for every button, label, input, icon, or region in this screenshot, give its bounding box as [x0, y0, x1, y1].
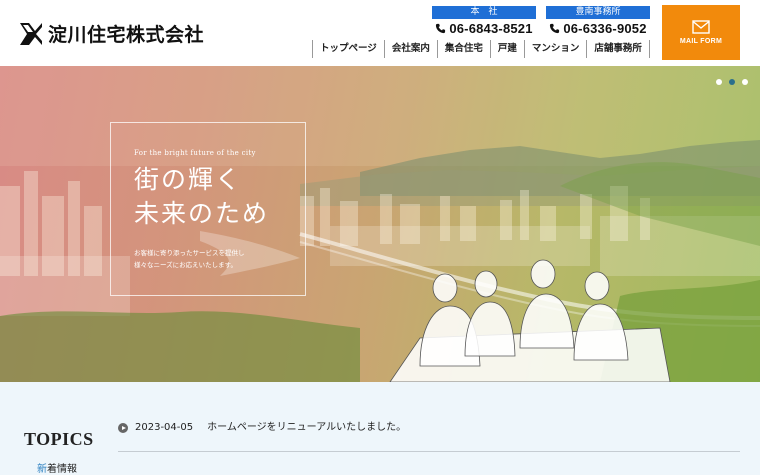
hero-title-line1: 街の輝く	[134, 165, 243, 194]
hero-subtitle: For the bright future of the city	[134, 149, 256, 157]
company-logo[interactable]: 淀川住宅株式会社	[20, 20, 204, 47]
nav-item-house[interactable]: 戸建	[489, 40, 524, 58]
hero-description-line1: お客様に寄り添ったサービスを提供し	[134, 249, 245, 257]
topics-section: TOPICS 新着情報 2023-04-05 ホームページをリニューアルいたしま…	[0, 382, 760, 475]
nav-item-mansion[interactable]: マンション	[523, 40, 587, 58]
slider-dot-3[interactable]	[742, 79, 748, 85]
phone-icon	[550, 23, 560, 34]
hero-title-line2: 未来のため	[134, 199, 270, 228]
topics-subtitle-rest: 着情報	[47, 464, 77, 475]
contact-phone-number: 06-6843-8521	[449, 21, 533, 36]
contact-label: 豊南事務所	[546, 6, 650, 19]
logo-text: 淀川住宅株式会社	[48, 24, 205, 46]
mail-form-button[interactable]: MAIL FORM	[662, 5, 740, 60]
topics-subtitle: 新着情報	[37, 460, 77, 475]
topics-subtitle-accent: 新	[37, 464, 47, 475]
mail-form-label: MAIL FORM	[679, 38, 723, 45]
nav-item-apartment[interactable]: 集合住宅	[436, 40, 490, 58]
site-header: 淀川住宅株式会社 本 社 06-6843-8521 豊南事務所 06-6336-…	[0, 0, 760, 66]
slider-pagination	[716, 79, 748, 85]
topics-title: TOPICS	[24, 429, 94, 449]
logo-mark-icon	[20, 22, 42, 45]
contact-phone-number: 06-6336-9052	[563, 21, 647, 36]
news-item[interactable]: 2023-04-05 ホームページをリニューアルいたしました。	[118, 422, 740, 452]
global-nav: トップページ 会社案内 集合住宅 戸建 マンション 店舗事務所	[312, 40, 650, 58]
contact-honan-office: 豊南事務所 06-6336-9052	[546, 6, 650, 36]
hero-slider: For the bright future of the city 街の輝く 未…	[0, 66, 760, 382]
slider-dot-1[interactable]	[716, 79, 722, 85]
phone-icon	[436, 23, 446, 34]
contact-phone-link[interactable]: 06-6336-9052	[546, 21, 650, 36]
play-circle-icon	[118, 423, 128, 433]
hero-description: お客様に寄り添ったサービスを提供し 様々なニーズにお応えいたします。	[134, 247, 274, 271]
news-title: ホームページをリニューアルいたしました。	[207, 422, 407, 433]
hero-description-line2: 様々なニーズにお応えいたします。	[134, 261, 238, 269]
news-date: 2023-04-05	[135, 422, 194, 433]
hero-title: 街の輝く 未来のため	[134, 163, 269, 231]
nav-item-company[interactable]: 会社案内	[383, 40, 437, 58]
contact-head-office: 本 社 06-6843-8521	[432, 6, 536, 36]
contact-label: 本 社	[432, 6, 536, 19]
envelope-icon	[692, 20, 710, 34]
contact-phone-link[interactable]: 06-6843-8521	[432, 21, 536, 36]
nav-item-store-office[interactable]: 店舗事務所	[586, 40, 650, 58]
nav-item-top[interactable]: トップページ	[312, 40, 384, 58]
slider-dot-2[interactable]	[729, 79, 735, 85]
